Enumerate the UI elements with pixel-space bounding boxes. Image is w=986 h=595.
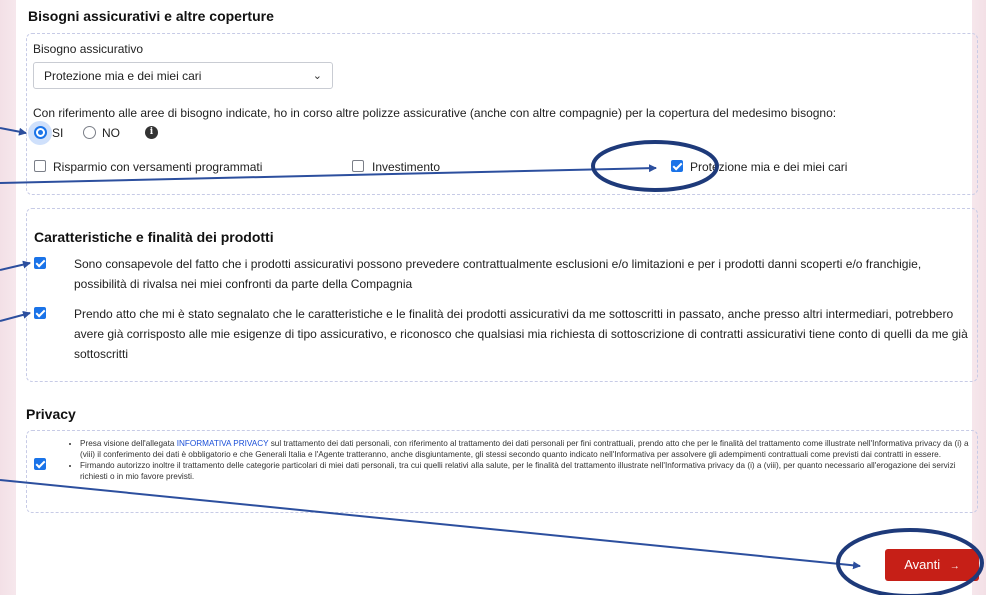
circle-protezione — [591, 140, 719, 192]
arrow-to-radio-si — [0, 127, 27, 136]
annotation-overlay — [0, 127, 984, 595]
arrow-to-prendo-atto — [0, 310, 31, 322]
arrow-to-protezione — [0, 164, 657, 184]
arrow-to-consapevole — [0, 260, 31, 271]
circle-avanti — [836, 528, 984, 595]
arrow-to-avanti — [0, 479, 861, 570]
